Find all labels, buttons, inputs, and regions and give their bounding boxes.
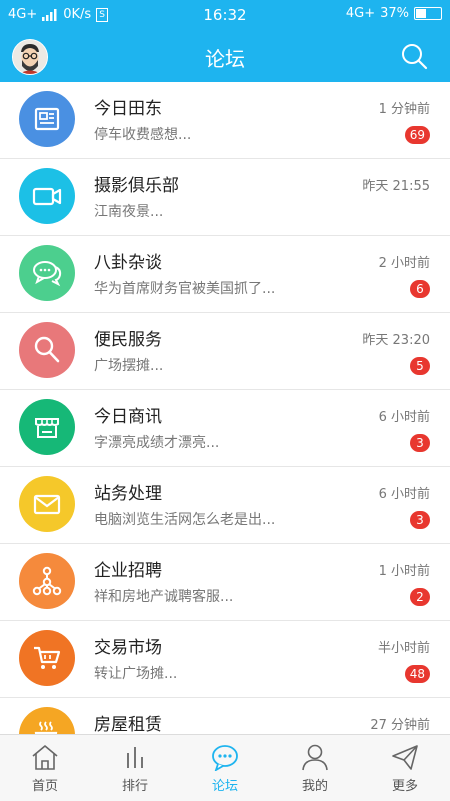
forum-bubble-icon [212, 745, 238, 771]
forum-time: 6 小时前 [378, 410, 430, 425]
forum-row-recruitment[interactable]: 企业招聘 1 小时前 祥和房地产诚聘客服... 2 [0, 544, 450, 621]
forum-name: 交易市场 [94, 638, 162, 658]
coffee-cup-icon [34, 721, 58, 734]
forum-preview: 转让广场摊... [94, 666, 178, 682]
forum-icon-circle [19, 245, 75, 301]
forum-preview: 华为首席财务官被美国抓了... [94, 281, 276, 297]
forum-name: 摄影俱乐部 [94, 176, 179, 196]
forum-time: 昨天 23:20 [362, 333, 430, 348]
paper-plane-icon [392, 745, 418, 770]
tab-label: 论坛 [211, 779, 238, 794]
forum-name: 八卦杂谈 [94, 253, 162, 273]
unread-badge: 48 [404, 665, 430, 683]
forum-row-site-affairs[interactable]: 站务处理 6 小时前 电脑浏览生活网怎么老是出... 3 [0, 467, 450, 544]
unread-badge: 3 [410, 434, 430, 452]
forum-icon-circle [19, 399, 75, 455]
shopping-cart-icon [34, 646, 61, 669]
forum-time: 1 分钟前 [378, 102, 430, 117]
forum-icon-circle [19, 553, 75, 609]
tab-label: 更多 [391, 779, 418, 794]
forum-name: 便民服务 [94, 330, 162, 350]
org-chart-icon [32, 566, 62, 596]
person-icon [302, 744, 328, 771]
forum-name: 企业招聘 [94, 561, 162, 581]
unread-badge: 5 [410, 357, 430, 375]
search-button[interactable] [400, 42, 428, 70]
unread-badge: 2 [410, 588, 430, 606]
bottom-tab-bar: 首页 排行 论坛 我的 更多 [0, 734, 450, 801]
search-icon [402, 44, 428, 70]
forum-preview: 广场摆摊... [94, 358, 164, 374]
forum-row-jinri-tiandong[interactable]: 今日田东 1 分钟前 停车收费感想... 69 [0, 82, 450, 159]
forum-icon-circle [19, 630, 75, 686]
page-title: 论坛 [205, 47, 245, 71]
forum-icon-circle [19, 707, 75, 734]
forum-row-business-news[interactable]: 今日商讯 6 小时前 字漂亮成绩才漂亮... 3 [0, 390, 450, 467]
forum-icon-circle [19, 91, 75, 147]
newspaper-icon [34, 107, 60, 131]
magnifier-icon [34, 336, 60, 363]
forum-list: 今日田东 1 分钟前 停车收费感想... 69 摄影俱乐部 昨天 21:55 江… [0, 82, 450, 734]
battery-percent: 37% [380, 6, 409, 21]
forum-row-gossip[interactable]: 八卦杂谈 2 小时前 华为首席财务官被美国抓了... 6 [0, 236, 450, 313]
ranking-bars-icon [127, 747, 143, 768]
forum-time: 昨天 21:55 [362, 179, 430, 194]
forum-name: 房屋租赁 [94, 715, 162, 734]
storefront-icon [35, 418, 59, 438]
forum-time: 半小时前 [377, 641, 430, 656]
forum-row-photography-club[interactable]: 摄影俱乐部 昨天 21:55 江南夜景... [0, 159, 450, 236]
forum-time: 27 分钟前 [370, 718, 430, 733]
battery-icon [414, 7, 442, 20]
unread-badge: 6 [410, 280, 430, 298]
unread-badge: 3 [410, 511, 430, 529]
forum-icon-circle [19, 322, 75, 378]
forum-row-convenience-services[interactable]: 便民服务 昨天 23:20 广场摆摊... 5 [0, 313, 450, 390]
video-camera-icon [32, 187, 62, 206]
forum-name: 今日田东 [94, 99, 162, 119]
status-bar: 4G+ 0K/s S 16:32 4G+ 37% [0, 0, 450, 30]
tab-more[interactable]: 更多 [360, 735, 450, 801]
tab-ranking[interactable]: 排行 [90, 735, 180, 801]
tab-forum[interactable]: 论坛 [180, 735, 270, 801]
forum-name: 站务处理 [94, 484, 162, 504]
app-header: 论坛 [0, 30, 450, 82]
forum-row-house-rental[interactable]: 房屋租赁 27 分钟前 [0, 698, 450, 734]
tab-mine[interactable]: 我的 [270, 735, 360, 801]
chat-bubbles-icon [33, 261, 62, 287]
forum-time: 2 小时前 [378, 256, 430, 271]
network-indicator-right: 4G+ [345, 6, 376, 21]
forum-preview: 祥和房地产诚聘客服... [94, 589, 234, 605]
forum-icon-circle [19, 476, 75, 532]
tab-label: 排行 [121, 779, 148, 794]
forum-preview: 停车收费感想... [94, 127, 192, 143]
forum-preview: 电脑浏览生活网怎么老是出... [94, 512, 276, 528]
forum-row-marketplace[interactable]: 交易市场 半小时前 转让广场摊... 48 [0, 621, 450, 698]
forum-preview: 字漂亮成绩才漂亮... [94, 435, 220, 451]
home-icon [32, 745, 58, 770]
forum-time: 1 小时前 [378, 564, 430, 579]
tab-label: 首页 [31, 779, 58, 794]
unread-badge: 69 [404, 126, 430, 144]
forum-time: 6 小时前 [378, 487, 430, 502]
forum-icon-circle [19, 168, 75, 224]
tab-label: 我的 [301, 779, 328, 794]
forum-name: 今日商讯 [94, 407, 162, 427]
tab-home[interactable]: 首页 [0, 735, 90, 801]
forum-preview: 江南夜景... [94, 204, 164, 220]
envelope-icon [33, 494, 61, 515]
